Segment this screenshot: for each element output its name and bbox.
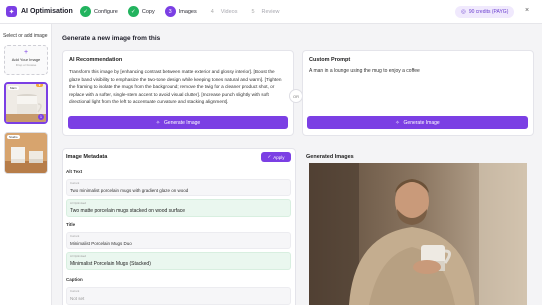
plus-icon: +	[23, 49, 29, 56]
title-current-field[interactable]: Current Minimalist Porcelain Mugs Duo	[66, 232, 291, 249]
sidebar-title: Select or add image	[3, 33, 48, 39]
field-label: Caption	[66, 277, 83, 282]
magic-wand-icon: ✧	[395, 119, 400, 126]
step-images[interactable]: 3 Images	[164, 6, 197, 17]
field-tag: Current	[70, 181, 80, 185]
or-divider: OR	[289, 89, 303, 103]
add-image-button[interactable]: + Add Your Image Drop or browse	[4, 45, 48, 75]
field-value: Two minimalist porcelain mugs with gradi…	[70, 188, 189, 193]
image-thumbnail-selected[interactable]: Main ★ 1	[4, 82, 48, 124]
field-tag: Current	[70, 234, 80, 238]
step-videos[interactable]: 4 Videos	[207, 6, 238, 17]
step-label: Videos	[220, 8, 238, 15]
step-label: Copy	[141, 8, 155, 15]
field-value: Two matte porcelain mugs stacked on wood…	[70, 208, 186, 214]
check-icon: ✓	[80, 6, 91, 17]
stepper: ✓ Configure ✓ Copy 3 Images 4 Videos 5 R…	[80, 6, 290, 17]
custom-prompt-input[interactable]: A man in a lounge using the mug to enjoy…	[309, 68, 420, 74]
step-number: 3	[164, 6, 176, 17]
top-bar: ✦ AI Optimisation ✓ Configure ✓ Copy 3 I…	[0, 0, 542, 24]
image-metadata-card	[62, 148, 296, 305]
image-sidebar: Select or add image + Add Your Image Dro…	[0, 24, 52, 305]
field-tag: AI Optimised	[70, 201, 87, 205]
sparkle-logo-icon: ✦	[6, 6, 17, 17]
field-tag: AI Optimised	[70, 254, 87, 258]
apply-button[interactable]: ✓ Apply	[261, 152, 291, 162]
ai-badge-icon: ★	[36, 83, 43, 87]
field-value: Not set	[70, 296, 85, 301]
alt-text-optimised-field[interactable]: AI Optimised Two matte porcelain mugs st…	[66, 199, 291, 217]
recommendation-text: Transform this image by [enhancing contr…	[69, 69, 282, 105]
button-label: Generate Image	[403, 119, 440, 126]
step-review[interactable]: 5 Review	[247, 6, 279, 17]
step-copy[interactable]: ✓ Copy	[127, 6, 155, 17]
studio-thumbnail-image	[5, 133, 47, 173]
field-value: Minimalist Porcelain Mugs (Stacked)	[70, 261, 151, 267]
app-title: AI Optimisation	[21, 8, 73, 15]
field-label: Alt Text	[66, 169, 83, 174]
thumbnail-tag: Main	[8, 86, 19, 90]
credits-badge[interactable]: ◎ 90 credits (PAYG)	[455, 6, 515, 18]
coins-icon: ◎	[461, 9, 466, 15]
close-icon[interactable]: ×	[525, 7, 529, 14]
thumbnail-tag: Studio	[7, 135, 20, 139]
step-number: 4	[210, 8, 214, 15]
man-with-mug-photo	[309, 163, 527, 305]
field-tag: Current	[70, 289, 80, 293]
field-label: Title	[66, 222, 76, 227]
image-thumbnail[interactable]: Studio	[4, 132, 48, 174]
thumbnail-count: 1	[38, 114, 44, 120]
alt-text-current-field[interactable]: Current Two minimalist porcelain mugs wi…	[66, 179, 291, 196]
section-title: Generated Images	[306, 154, 354, 160]
add-image-hint: Drop or browse	[15, 63, 37, 67]
add-image-label: Add Your Image	[11, 57, 41, 62]
caption-current-field[interactable]: Current Not set	[66, 287, 291, 305]
step-label: Configure	[94, 8, 118, 15]
generated-image[interactable]	[309, 163, 527, 305]
magic-wand-icon: ✧	[155, 119, 161, 126]
check-icon: ✓	[127, 6, 139, 17]
button-label: Apply	[273, 154, 285, 160]
credits-label: 90 credits (PAYG)	[468, 9, 509, 15]
card-title: AI Recommendation	[69, 57, 123, 63]
generate-custom-image-button[interactable]: ✧ Generate Image	[307, 116, 528, 129]
step-label: Images	[178, 8, 197, 15]
step-configure[interactable]: ✓ Configure	[80, 6, 118, 17]
card-title: Custom Prompt	[309, 57, 351, 63]
step-number: 5	[251, 8, 255, 15]
title-optimised-field[interactable]: AI Optimised Minimalist Porcelain Mugs (…	[66, 252, 291, 270]
check-icon: ✓	[267, 154, 272, 159]
section-title: Image Metadata	[66, 154, 108, 160]
generate-image-button[interactable]: ✧ Generate Image	[68, 116, 288, 129]
page-title: Generate a new image from this	[62, 35, 161, 42]
button-label: Generate Image	[164, 119, 201, 126]
field-value: Minimalist Porcelain Mugs Duo	[70, 241, 132, 246]
step-label: Review	[261, 8, 280, 15]
